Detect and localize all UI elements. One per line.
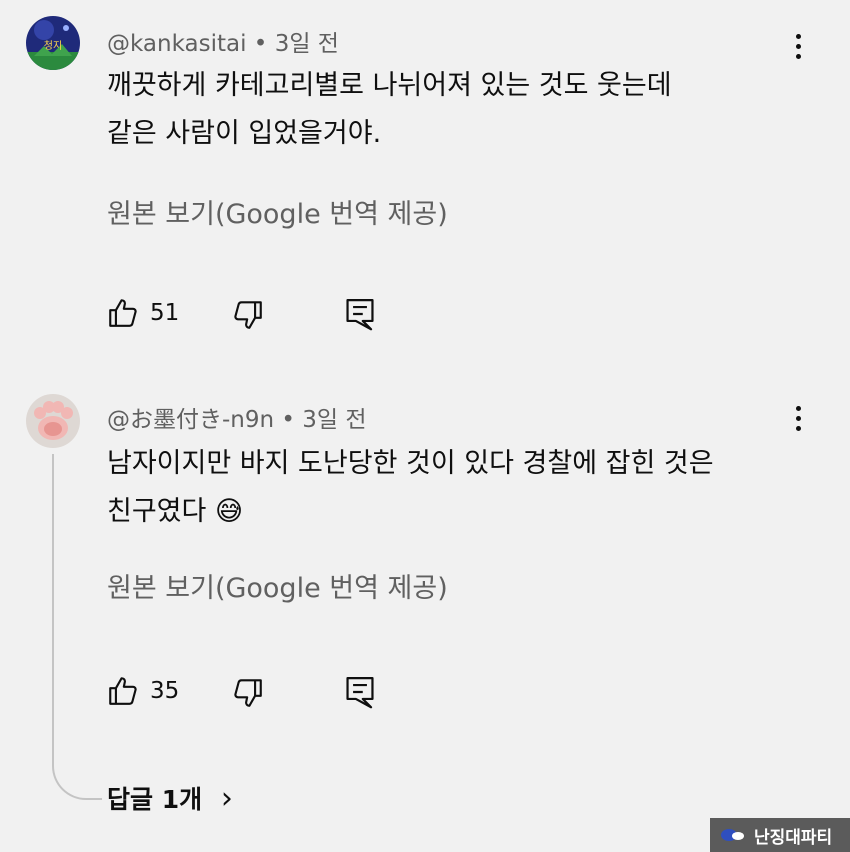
- like-button[interactable]: 35: [106, 674, 179, 708]
- watermark-text: 난징대파티: [754, 827, 833, 848]
- comment-meta: @kankasitai • 3일 전: [107, 24, 339, 58]
- dislike-icon: [234, 679, 262, 707]
- view-replies-button[interactable]: 답글 1개 ›: [107, 780, 233, 816]
- thread-line: [52, 454, 54, 760]
- reply-icon: [346, 299, 374, 331]
- chevron-right-icon: ›: [220, 781, 233, 816]
- dislike-button[interactable]: [231, 676, 265, 714]
- reply-button[interactable]: [343, 674, 377, 714]
- comment-time: 3일 전: [274, 31, 339, 57]
- more-icon: [786, 34, 810, 59]
- author-name[interactable]: @お墨付き-n9n: [107, 407, 274, 433]
- avatar[interactable]: [26, 394, 80, 448]
- reply-button[interactable]: [343, 296, 377, 336]
- like-count: 51: [150, 300, 180, 326]
- svg-text:청지: 청지: [44, 40, 62, 52]
- comment-line: 남자이지만 바지 도난당한 것이 있다 경찰에 잡힌 것은: [107, 448, 714, 479]
- more-options-button[interactable]: [786, 30, 810, 70]
- dislike-icon: [234, 301, 262, 329]
- comment-text: 깨끗하게 카테고리별로 나뉘어져 있는 것도 웃는데 같은 사람이 입었을거야.: [107, 62, 672, 158]
- comment-line: 친구였다: [107, 496, 207, 527]
- meta-separator: •: [253, 31, 268, 57]
- watermark: 난징대파티: [710, 818, 850, 852]
- reply-icon: [346, 677, 374, 709]
- comment-line: 깨끗하게 카테고리별로 나뉘어져 있는 것도 웃는데: [107, 70, 672, 101]
- more-icon: [786, 406, 810, 431]
- replies-label: 답글 1개: [107, 785, 203, 814]
- comment-line: 같은 사람이 입었을거야.: [107, 118, 382, 149]
- author-name[interactable]: @kankasitai: [107, 31, 246, 57]
- dislike-button[interactable]: [231, 298, 265, 336]
- more-options-button[interactable]: [786, 402, 810, 442]
- avatar-image: [26, 394, 80, 448]
- like-button[interactable]: 51: [106, 296, 179, 330]
- see-original-button[interactable]: 원본 보기(Google 번역 제공): [107, 192, 448, 231]
- avatar[interactable]: 청지: [26, 16, 80, 70]
- comment-time: 3일 전: [302, 407, 367, 433]
- like-count: 35: [150, 678, 180, 704]
- like-icon: [109, 677, 137, 705]
- comment-meta: @お墨付き-n9n • 3일 전: [107, 400, 367, 434]
- see-original-button[interactable]: 원본 보기(Google 번역 제공): [107, 566, 448, 605]
- thread-curve: [52, 758, 102, 800]
- watermark-logo-icon: [721, 829, 744, 841]
- like-icon: [109, 299, 137, 327]
- avatar-image: 청지: [26, 16, 80, 70]
- meta-separator: •: [281, 407, 295, 433]
- comment-text: 남자이지만 바지 도난당한 것이 있다 경찰에 잡힌 것은 친구였다 😅: [107, 440, 714, 536]
- grinning-sweat-emoji: 😅: [214, 496, 244, 527]
